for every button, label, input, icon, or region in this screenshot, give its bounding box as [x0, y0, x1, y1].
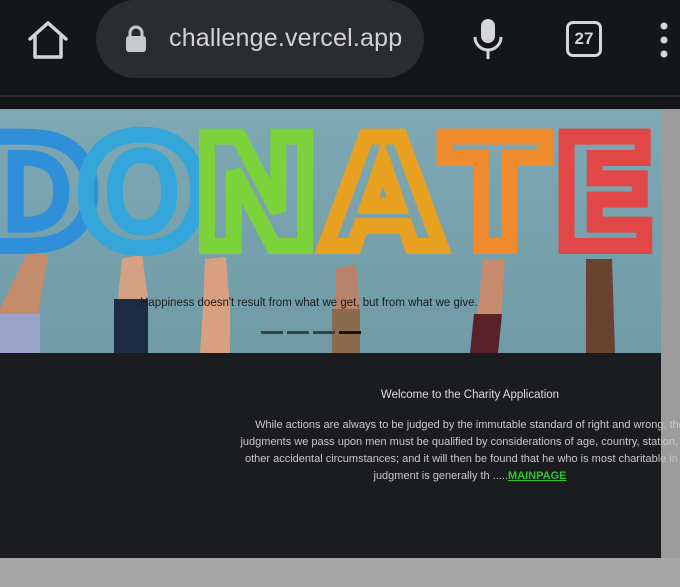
welcome-paragraph: While actions are always to be judged by…: [0, 417, 680, 485]
hero-banner: D O N A T E Happiness doesn't result fro…: [0, 109, 661, 353]
welcome-heading: Welcome to the Charity Application: [380, 389, 560, 401]
more-menu-icon[interactable]: [656, 20, 672, 60]
page-viewport: D O N A T E Happiness doesn't result fro…: [0, 97, 680, 587]
page-gutter: [661, 109, 680, 558]
microphone-icon[interactable]: [470, 17, 506, 61]
hero-caption: Happiness doesn't result from what we ge…: [140, 297, 478, 309]
carousel-indicator[interactable]: [261, 331, 283, 334]
carousel-indicator-active[interactable]: [339, 331, 361, 334]
letter-t: T: [444, 109, 546, 282]
page-bottom: [0, 558, 680, 587]
tab-count: 27: [574, 29, 594, 48]
welcome-section: Welcome to the Charity Application While…: [0, 353, 680, 558]
home-icon[interactable]: [26, 19, 70, 61]
letter-e: E: [553, 109, 655, 282]
letter-o: O: [78, 109, 206, 282]
letter-a: A: [325, 109, 441, 282]
donate-balloons-image: D O N A T E: [0, 109, 661, 353]
donate-letters: D O N A T E: [0, 109, 661, 290]
mainpage-link[interactable]: MAINPAGE: [508, 470, 566, 482]
browser-toolbar: challenge.vercel.app 27: [0, 0, 680, 97]
paragraph-last-line: judgment is generally th .....MAINPAGE: [0, 468, 680, 485]
tab-switcher-button[interactable]: 27: [566, 21, 602, 57]
letter-n: N: [193, 109, 319, 282]
paragraph-line: other accidental circumstances; and it w…: [244, 453, 680, 465]
url-text[interactable]: challenge.vercel.app: [169, 24, 402, 53]
paragraph-line: judgments we pass upon men must be quali…: [240, 436, 680, 448]
paragraph-line: While actions are always to be judged by…: [255, 419, 680, 431]
lock-icon: [126, 25, 146, 52]
carousel-indicator[interactable]: [313, 331, 335, 334]
carousel-indicator[interactable]: [287, 331, 309, 334]
paragraph-tail: judgment is generally th .....: [373, 470, 509, 482]
page-header-bar: [0, 97, 680, 109]
